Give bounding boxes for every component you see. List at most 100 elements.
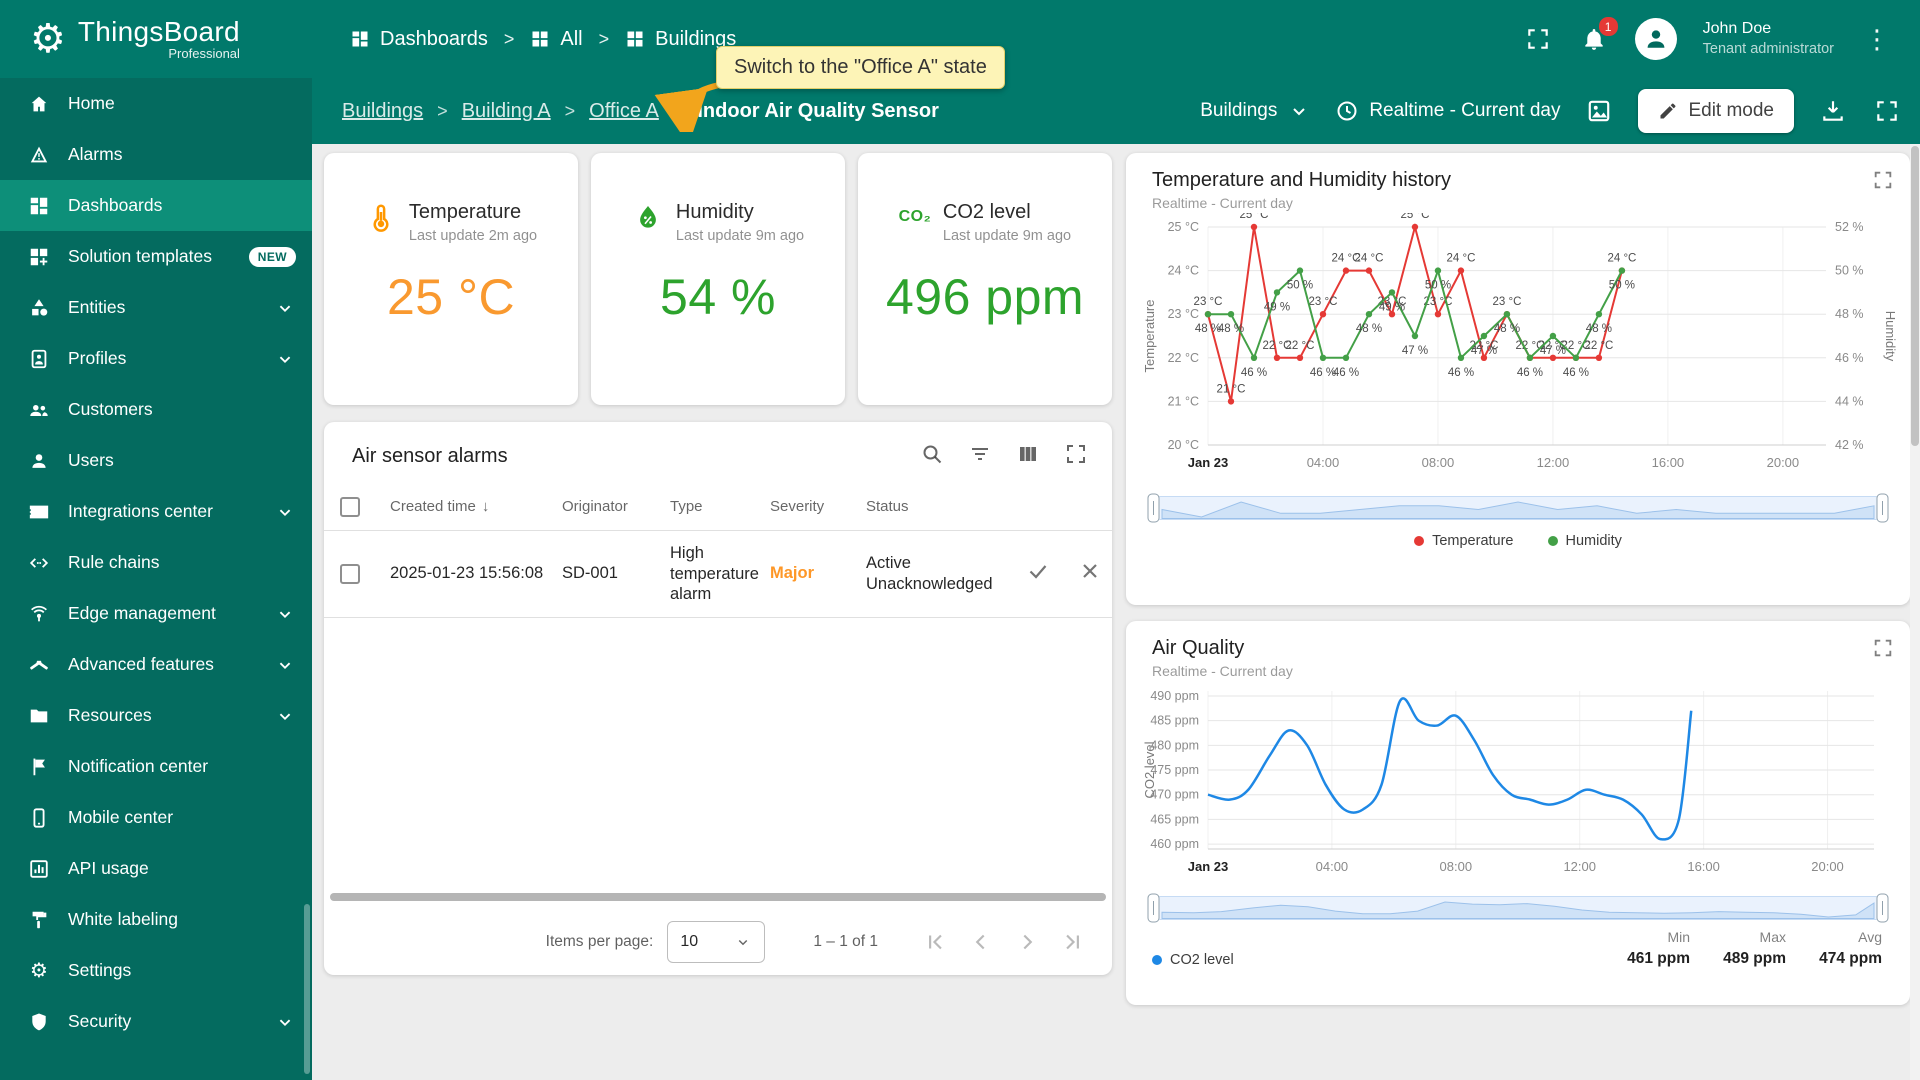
air-quality-card: Air Quality Realtime - Current day Jan 2… xyxy=(1126,621,1910,1005)
legend-co2[interactable]: CO2 level xyxy=(1152,952,1234,968)
expand-icon[interactable] xyxy=(1872,169,1894,196)
breadcrumb-label: Dashboards xyxy=(380,27,488,50)
rule-chains-icon xyxy=(27,551,51,575)
horizontal-scrollbar[interactable] xyxy=(330,893,1106,901)
acknowledge-icon[interactable] xyxy=(1026,559,1050,588)
sidebar-item-profiles[interactable]: Profiles xyxy=(0,333,312,384)
templates-icon xyxy=(27,245,51,269)
more-menu-icon[interactable]: ⋮ xyxy=(1860,24,1894,55)
sidebar-item-notification-center[interactable]: Notification center xyxy=(0,741,312,792)
humidity-value: 54 % xyxy=(660,269,776,325)
svg-text:Jan 23: Jan 23 xyxy=(1188,859,1228,874)
dashboard-toolbar: Buildings > Building A > Office A > Indo… xyxy=(312,78,1920,144)
svg-text:16:00: 16:00 xyxy=(1687,859,1720,874)
svg-text:44 %: 44 % xyxy=(1835,394,1864,408)
column-severity[interactable]: Severity xyxy=(770,498,866,515)
sidebar-item-mobile-center[interactable]: Mobile center xyxy=(0,792,312,843)
paint-roller-icon xyxy=(27,908,51,932)
user-info[interactable]: John Doe Tenant administrator xyxy=(1703,19,1834,59)
column-status[interactable]: Status xyxy=(866,498,1026,515)
search-icon[interactable] xyxy=(920,442,944,471)
items-per-page-select[interactable]: 10 xyxy=(667,921,766,963)
thingsboard-logo[interactable]: ⚙ ThingsBoard Professional xyxy=(0,17,312,60)
breadcrumb-all[interactable]: All xyxy=(530,28,583,51)
breadcrumb-dashboards[interactable]: Dashboards xyxy=(350,28,488,51)
column-created-time[interactable]: Created time ↓ xyxy=(390,498,562,515)
svg-text:24 °C: 24 °C xyxy=(1355,253,1384,265)
cell-type: High temperature alarm xyxy=(670,544,759,604)
sidebar-item-users[interactable]: Users xyxy=(0,435,312,486)
svg-text:04:00: 04:00 xyxy=(1316,859,1349,874)
svg-text:25 °C: 25 °C xyxy=(1240,213,1269,221)
sidebar-item-alarms[interactable]: Alarms xyxy=(0,129,312,180)
status-line: Unacknowledged xyxy=(866,574,993,593)
stat-max-label: Max xyxy=(1759,929,1786,945)
notifications-bell-icon[interactable]: 1 xyxy=(1579,17,1618,54)
fullscreen-icon[interactable] xyxy=(1872,96,1902,126)
sidebar-item-edge-management[interactable]: Edge management xyxy=(0,588,312,639)
table-row[interactable]: 2025-01-23 15:56:08 SD-001 High temperat… xyxy=(324,531,1112,618)
first-page-icon[interactable] xyxy=(922,929,948,955)
sidebar-item-entities[interactable]: Entities xyxy=(0,282,312,333)
edit-mode-button[interactable]: Edit mode xyxy=(1638,89,1794,133)
sidebar-item-label: Profiles xyxy=(68,348,127,368)
last-page-icon[interactable] xyxy=(1060,929,1086,955)
page-scrollbar[interactable] xyxy=(1910,144,1920,1080)
breadcrumb-buildings-state[interactable]: Buildings xyxy=(342,100,423,123)
clock-icon xyxy=(1337,101,1357,121)
svg-text:08:00: 08:00 xyxy=(1440,859,1473,874)
expand-icon[interactable] xyxy=(1064,442,1088,471)
legend-temperature[interactable]: Temperature xyxy=(1414,533,1514,549)
column-type[interactable]: Type xyxy=(670,498,770,515)
timewindow-button[interactable]: Realtime - Current day xyxy=(1335,99,1560,123)
chevron-down-icon xyxy=(739,939,748,946)
filter-icon[interactable] xyxy=(968,442,992,471)
select-all-checkbox[interactable] xyxy=(340,496,360,517)
row-checkbox[interactable] xyxy=(340,563,360,584)
entity-select[interactable]: Buildings xyxy=(1200,99,1311,123)
download-icon[interactable] xyxy=(1818,96,1848,126)
clear-alarm-icon[interactable] xyxy=(1078,559,1102,588)
time-range-brush[interactable] xyxy=(1146,891,1890,925)
sidebar-item-advanced-features[interactable]: Advanced features xyxy=(0,639,312,690)
avatar[interactable] xyxy=(1634,18,1677,60)
column-originator[interactable]: Originator xyxy=(562,498,670,515)
sidebar-item-settings[interactable]: ⚙ Settings xyxy=(0,945,312,996)
sidebar-item-solution-templates[interactable]: Solution templates NEW xyxy=(0,231,312,282)
notification-badge: 1 xyxy=(1598,17,1618,36)
sidebar-item-resources[interactable]: Resources xyxy=(0,690,312,741)
previous-page-icon[interactable] xyxy=(968,929,994,955)
breadcrumb-building-a-state[interactable]: Building A xyxy=(462,100,551,123)
logo-title: ThingsBoard xyxy=(77,16,240,48)
svg-text:470 ppm: 470 ppm xyxy=(1150,788,1199,802)
svg-text:42 %: 42 % xyxy=(1835,438,1864,452)
air-quality-chart: Jan 23 04:00 08:00 12:00 16:00 20:00 490 ppm 48… xyxy=(1142,689,1874,874)
new-badge: NEW xyxy=(248,246,296,267)
page-range-label: 1 – 1 of 1 xyxy=(813,933,878,950)
sidebar-scrollbar[interactable] xyxy=(304,904,310,1074)
svg-text:22 °C: 22 °C xyxy=(1168,351,1199,365)
time-range-brush[interactable] xyxy=(1146,491,1890,525)
sidebar-item-rule-chains[interactable]: Rule chains xyxy=(0,537,312,588)
sidebar-item-customers[interactable]: Customers xyxy=(0,384,312,435)
next-page-icon[interactable] xyxy=(1014,929,1040,955)
expand-icon[interactable] xyxy=(1872,637,1894,664)
image-export-icon[interactable] xyxy=(1584,96,1614,126)
sidebar-item-label: API usage xyxy=(68,858,149,878)
legend-humidity[interactable]: Humidity xyxy=(1547,533,1622,549)
column-label: Created time xyxy=(390,498,476,515)
breadcrumb-separator: > xyxy=(564,100,576,121)
fullscreen-icon[interactable] xyxy=(1523,24,1553,54)
sidebar-item-home[interactable]: Home xyxy=(0,78,312,129)
sidebar-item-dashboards[interactable]: Dashboards xyxy=(0,180,312,231)
svg-text:48 %: 48 % xyxy=(1586,323,1612,335)
sidebar-item-security[interactable]: Security xyxy=(0,996,312,1047)
sidebar-item-white-labeling[interactable]: White labeling xyxy=(0,894,312,945)
columns-icon[interactable] xyxy=(1016,442,1040,471)
breadcrumb-office-a-state[interactable]: Office A xyxy=(589,100,659,123)
thermometer-icon xyxy=(365,201,397,233)
sidebar-item-api-usage[interactable]: API usage xyxy=(0,843,312,894)
humidity-drop-icon xyxy=(632,201,664,233)
sidebar-item-integrations-center[interactable]: Integrations center xyxy=(0,486,312,537)
temperature-humidity-card: Temperature and Humidity history Realtim… xyxy=(1126,153,1910,605)
